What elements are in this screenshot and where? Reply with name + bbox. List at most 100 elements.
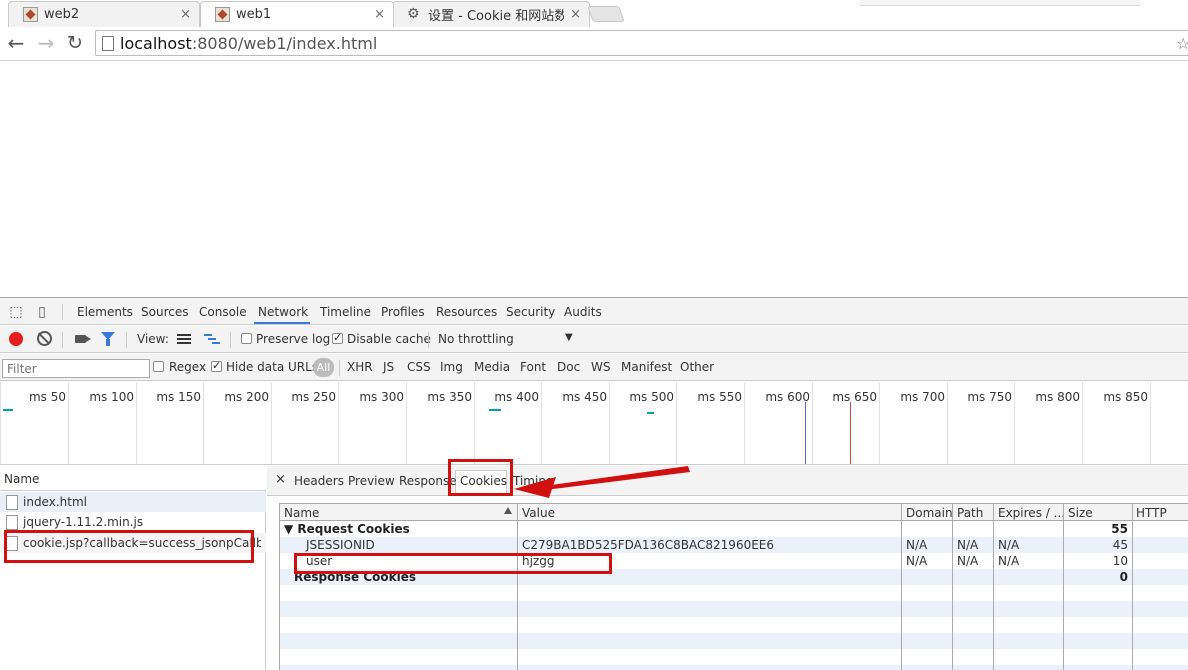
filter-ws[interactable]: WS [591, 360, 610, 374]
tab-network[interactable]: Network [258, 305, 308, 319]
new-tab-button[interactable] [587, 6, 625, 22]
reload-icon[interactable]: ↻ [64, 32, 86, 54]
regex-checkbox[interactable] [153, 361, 164, 372]
request-list: Name index.html jquery-1.11.2.min.js coo… [0, 466, 266, 670]
request-bar [3, 409, 13, 411]
forward-arrow-icon[interactable]: → [35, 32, 57, 54]
request-details: × Headers Preview Response Cookies Timin… [267, 466, 1188, 670]
request-row-selected[interactable]: cookie.jsp?callback=success_jsonpCallbac… [0, 533, 266, 553]
url-text: localhost:8080/web1/index.html [120, 34, 378, 53]
timeline-tick-label: 700 ms [900, 390, 945, 404]
hide-data-urls-checkbox[interactable] [211, 359, 222, 372]
stripe [280, 665, 1188, 670]
sort-ascending-icon [504, 507, 512, 514]
cell-size: 10 [1112, 554, 1128, 568]
stripe [280, 601, 1188, 617]
active-tab-indicator [254, 322, 310, 324]
tab-settings-cookies[interactable]: ⚙ 设置 - Cookie 和网站数据 × [392, 1, 590, 27]
filter-xhr[interactable]: XHR [347, 360, 373, 374]
filter-input[interactable] [2, 359, 150, 378]
request-row[interactable]: index.html [0, 492, 266, 512]
filter-icon[interactable] [101, 332, 115, 346]
filter-css[interactable]: CSS [407, 360, 431, 374]
cell-value: C279BA1BD525FDA136C8BAC821960EE6 [522, 538, 775, 552]
column-path[interactable]: Path [957, 506, 983, 520]
filter-media[interactable]: Media [474, 360, 510, 374]
timeline-tick-label: 150 ms [156, 390, 201, 404]
throttling-select[interactable]: No throttling [438, 332, 514, 346]
tab-cookies[interactable]: Cookies [460, 474, 507, 488]
tab-headers[interactable]: Headers [294, 474, 344, 488]
close-icon[interactable]: × [570, 7, 581, 22]
tab-web2[interactable]: web2 × [8, 1, 200, 27]
request-row[interactable]: jquery-1.11.2.min.js [0, 512, 266, 532]
chevron-down-icon[interactable]: ▼ [565, 332, 573, 343]
timeline-tick-label: 800 ms [1035, 390, 1080, 404]
name-column-header: Name [4, 472, 40, 486]
column-http[interactable]: HTTP [1136, 506, 1167, 520]
filter-font[interactable]: Font [520, 360, 546, 374]
tab-security[interactable]: Security [506, 305, 555, 319]
column-expires[interactable]: Expires / ... [998, 506, 1065, 520]
table-row[interactable]: JSESSIONID C279BA1BD525FDA136C8BAC821960… [280, 537, 1188, 553]
filter-js[interactable]: JS [383, 360, 394, 374]
close-icon[interactable]: × [374, 7, 385, 22]
cell-domain: N/A [906, 554, 928, 568]
tab-response[interactable]: Response [399, 474, 457, 488]
favicon-icon [23, 7, 38, 22]
filter-doc[interactable]: Doc [557, 360, 580, 374]
view-label: View: [137, 332, 169, 346]
tab-preview[interactable]: Preview [348, 474, 395, 488]
filter-img[interactable]: Img [440, 360, 463, 374]
inspect-element-icon[interactable]: ⬚ [8, 304, 24, 320]
tab-timeline[interactable]: Timeline [320, 305, 371, 319]
table-row[interactable]: user hjzgg N/A N/A N/A 10 [280, 553, 1188, 569]
filter-other[interactable]: Other [680, 360, 714, 374]
large-rows-icon[interactable] [177, 334, 191, 344]
cookies-table: Name Value Domain Path Expires / ... Siz… [279, 503, 1188, 670]
request-list-header[interactable]: Name [0, 466, 266, 491]
clear-icon[interactable] [37, 331, 52, 346]
tab-elements[interactable]: Elements [77, 305, 133, 319]
disable-cache-checkbox[interactable] [332, 331, 343, 344]
column-size[interactable]: Size [1068, 506, 1093, 520]
back-arrow-icon[interactable]: ← [5, 32, 27, 54]
table-row[interactable]: Response Cookies 0 [280, 569, 1188, 585]
filter-manifest[interactable]: Manifest [621, 360, 672, 374]
cell-name: Response Cookies [294, 570, 417, 584]
timeline-tick-label: 90 [1183, 390, 1188, 404]
timeline-gridline [338, 382, 339, 464]
tab-profiles[interactable]: Profiles [381, 305, 425, 319]
column-value[interactable]: Value [522, 506, 555, 520]
script-icon [6, 515, 18, 530]
capture-screenshots-icon[interactable] [75, 335, 91, 343]
timeline-tick-label: 850 ms [1103, 390, 1148, 404]
tab-web1[interactable]: web1 × [200, 1, 394, 27]
tab-resources[interactable]: Resources [436, 305, 497, 319]
load-event-line [850, 402, 851, 464]
preserve-log-checkbox[interactable] [241, 333, 252, 344]
timeline-gridline [879, 382, 880, 464]
table-row[interactable]: ▼ Request Cookies 55 [280, 521, 1188, 537]
address-bar[interactable]: localhost:8080/web1/index.html [95, 30, 1188, 56]
close-icon[interactable]: × [180, 7, 191, 22]
column-domain[interactable]: Domain [906, 506, 953, 520]
tab-console[interactable]: Console [199, 305, 247, 319]
close-icon[interactable]: × [275, 472, 286, 487]
overview-icon[interactable] [204, 334, 220, 344]
bookmark-star-icon[interactable]: ☆ [1176, 34, 1188, 53]
tab-sources[interactable]: Sources [141, 305, 188, 319]
request-bar [489, 409, 501, 411]
tab-timing[interactable]: Timing [513, 474, 554, 488]
column-name[interactable]: Name [284, 506, 319, 520]
network-overview-timeline[interactable]: 50 ms 100 ms 150 ms 200 ms 250 ms 300 ms 350 m… [0, 382, 1188, 465]
timeline-gridline [676, 382, 677, 464]
timeline-tick-label: 100 ms [89, 390, 134, 404]
tab-audits[interactable]: Audits [564, 305, 602, 319]
device-mode-icon[interactable]: ▯ [34, 304, 50, 320]
filter-all-button[interactable]: All [313, 358, 334, 377]
timeline-tick-label: 650 ms [832, 390, 877, 404]
cell-path: N/A [957, 538, 979, 552]
timeline-gridline [406, 382, 407, 464]
record-button[interactable] [9, 332, 23, 346]
